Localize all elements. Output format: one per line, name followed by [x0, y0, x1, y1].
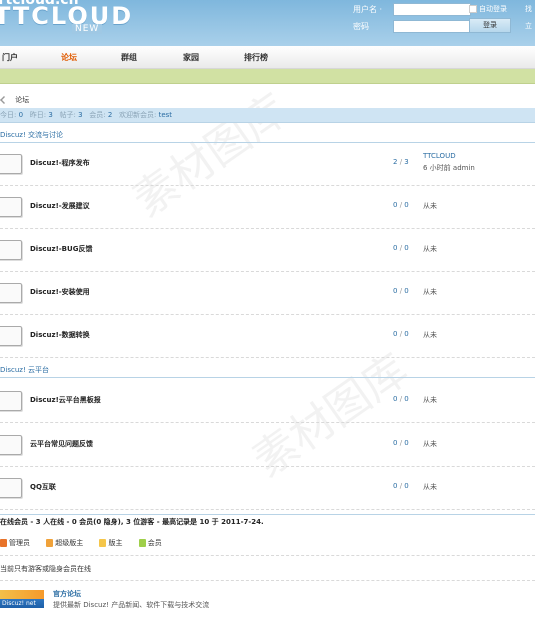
- forum-counts: 2 / 3: [393, 158, 409, 166]
- header-link-cut[interactable]: 立: [525, 21, 532, 31]
- site-header: Ttcloud.cn TTCLOUD NEW 用户名 · 密码 自动登录 登录 …: [0, 0, 535, 46]
- stat-posts-label: 帖子:: [59, 111, 76, 119]
- newest-member-link[interactable]: test: [159, 111, 172, 119]
- forum-name[interactable]: Discuz!-数据转换: [30, 330, 90, 340]
- friend-link: Discuz! net 官方论坛 提供最新 Discuz! 产品新闻、软件下载与…: [0, 588, 535, 624]
- nav-item-home[interactable]: 家园: [183, 52, 199, 63]
- login-panel: 用户名 · 密码 自动登录 登录 找 立: [345, 0, 535, 46]
- home-icon[interactable]: [0, 96, 8, 104]
- nav-item-forum[interactable]: 论坛: [61, 52, 77, 63]
- friend-link-title[interactable]: 官方论坛: [53, 589, 81, 599]
- online-note: 当前只有游客或隐身会员在线: [0, 565, 91, 573]
- header-link-cut[interactable]: 找: [525, 4, 532, 14]
- forum-row: Discuz!-安装使用 0 / 0 从未: [0, 272, 535, 315]
- username-input[interactable]: [393, 3, 471, 16]
- forum-icon: [0, 154, 22, 174]
- member-icon: [138, 539, 146, 547]
- forum-row: QQ互联 0 / 0 从未: [0, 467, 535, 510]
- site-logo[interactable]: TTCLOUD: [0, 2, 133, 30]
- forum-counts: 0 / 0: [393, 201, 409, 209]
- checkbox-icon: [469, 5, 477, 13]
- mod-icon: [99, 539, 107, 547]
- last-post-info: 6 小时前 admin: [423, 164, 475, 172]
- logo-sub-badge: NEW: [72, 24, 103, 34]
- login-button[interactable]: 登录: [469, 18, 511, 33]
- divider: [0, 555, 535, 556]
- forum-counts: 0 / 0: [393, 482, 409, 490]
- forum-name[interactable]: QQ互联: [30, 482, 56, 492]
- forum-last-post: 从未: [423, 440, 437, 448]
- stat-today-value: 0: [18, 111, 24, 119]
- discuz-badge[interactable]: Discuz! net: [0, 590, 44, 608]
- forum-row: Discuz!-程序发布 2 / 3 TTCLOUD 6 小时前 admin: [0, 143, 535, 186]
- forum-icon: [0, 391, 22, 411]
- forum-last-post: 从未: [423, 331, 437, 339]
- forum-row: 云平台常见问题反馈 0 / 0 从未: [0, 424, 535, 467]
- forum-last-post: 从未: [423, 396, 437, 404]
- friend-link-desc: 提供最新 Discuz! 产品新闻、软件下载与技术交流: [53, 601, 210, 609]
- legend-item: 会员: [138, 538, 162, 548]
- legend-item: 超级版主: [46, 538, 83, 548]
- password-label: 密码: [353, 22, 369, 31]
- forum-icon: [0, 197, 22, 217]
- section-header[interactable]: Discuz! 交流与讨论: [0, 128, 535, 143]
- password-input[interactable]: [393, 20, 471, 33]
- nav-item-portal[interactable]: 门户: [2, 52, 18, 63]
- legend-item: 版主: [99, 538, 122, 548]
- forum-last-post: 从未: [423, 202, 437, 210]
- forum-name[interactable]: Discuz!-BUG反馈: [30, 244, 92, 254]
- forum-icon: [0, 240, 22, 260]
- forum-row: Discuz!云平台黑板报 0 / 0 从未: [0, 380, 535, 423]
- username-label: 用户名 ·: [353, 5, 383, 14]
- forum-name[interactable]: Discuz!-程序发布: [30, 158, 90, 168]
- section-header[interactable]: Discuz! 云平台: [0, 363, 535, 378]
- breadcrumb-current[interactable]: 论坛: [15, 96, 29, 104]
- forum-counts: 0 / 0: [393, 244, 409, 252]
- stat-newest-label: 欢迎新会员:: [119, 111, 157, 119]
- forum-counts: 0 / 0: [393, 395, 409, 403]
- stat-yesterday-value: 3: [48, 111, 53, 119]
- forum-name[interactable]: 云平台常见问题反馈: [30, 439, 93, 449]
- forum-icon: [0, 478, 22, 498]
- last-post-title[interactable]: TTCLOUD: [423, 152, 456, 160]
- forum-icon: [0, 435, 22, 455]
- forum-name[interactable]: Discuz!云平台黑板报: [30, 395, 101, 405]
- forum-counts: 0 / 0: [393, 287, 409, 295]
- forum-name[interactable]: Discuz!-安装使用: [30, 287, 90, 297]
- legend-item: 管理员: [0, 538, 30, 548]
- forum-icon: [0, 283, 22, 303]
- forum-row: Discuz!-发展建议 0 / 0 从未: [0, 186, 535, 229]
- stat-today-label: 今日:: [0, 111, 17, 119]
- forum-name[interactable]: Discuz!-发展建议: [30, 201, 90, 211]
- forum-counts: 0 / 0: [393, 330, 409, 338]
- forum-last-post: 从未: [423, 245, 437, 253]
- nav-item-ranking[interactable]: 排行榜: [244, 52, 268, 63]
- nav-item-group[interactable]: 群组: [121, 52, 137, 63]
- online-summary[interactable]: 在线会员 - 3 人在线 - 0 会员(0 隐身), 3 位游客 - 最高记录是…: [0, 514, 535, 529]
- forum-icon: [0, 326, 22, 346]
- super-mod-icon: [46, 539, 54, 547]
- auto-login-checkbox[interactable]: 自动登录: [469, 4, 507, 14]
- forum-last-post: 从未: [423, 483, 437, 491]
- stat-members-value: 2: [107, 111, 113, 119]
- forum-counts: 0 / 0: [393, 439, 409, 447]
- forum-row: Discuz!-数据转换 0 / 0 从未: [0, 315, 535, 358]
- main-nav: 门户 论坛 群组 家园 排行榜: [0, 46, 535, 69]
- stat-yesterday-label: 昨日:: [29, 111, 47, 119]
- auto-login-label: 自动登录: [479, 5, 507, 13]
- stat-members-label: 会员:: [89, 111, 106, 119]
- forum-stats-bar: 今日: 0 昨日: 3 帖子: 3 会员: 2 欢迎新会员: test: [0, 108, 535, 123]
- divider: [0, 580, 535, 581]
- stat-posts-value: 3: [78, 111, 83, 119]
- forum-last-post: 从未: [423, 288, 437, 296]
- breadcrumb: 论坛: [0, 95, 29, 105]
- sub-nav-bar: [0, 69, 535, 84]
- admin-icon: [0, 539, 7, 547]
- forum-row: Discuz!-BUG反馈 0 / 0 从未: [0, 229, 535, 272]
- member-legend: 管理员 超级版主 版主 会员: [0, 538, 176, 548]
